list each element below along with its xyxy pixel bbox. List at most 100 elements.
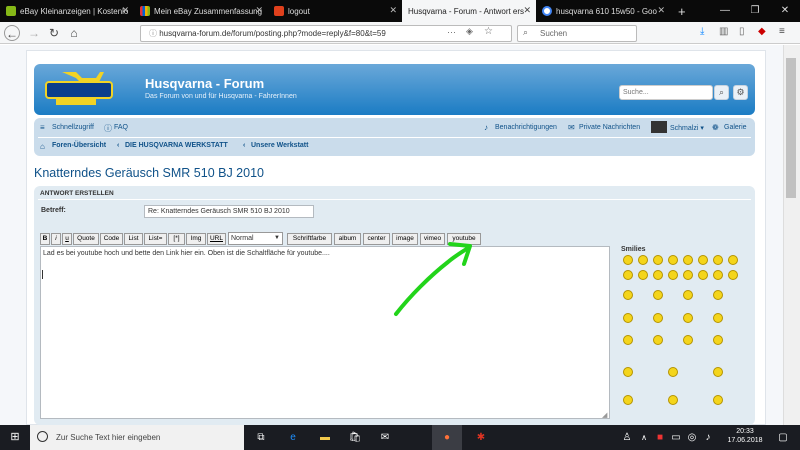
browser-tab[interactable]: Mein eBay Zusammenfassung ✕ [134, 0, 268, 22]
minimize-icon[interactable]: — [710, 0, 740, 22]
private-messages-link[interactable]: Private Nachrichten [579, 124, 640, 131]
smiley-icon[interactable] [683, 270, 693, 280]
scrollbar-thumb[interactable] [786, 58, 796, 198]
img-button[interactable]: Img [186, 233, 206, 245]
close-icon[interactable]: ✕ [523, 5, 531, 16]
smiley-icon[interactable] [728, 255, 738, 265]
list-item-button[interactable]: [*] [168, 233, 185, 245]
smiley-icon[interactable] [728, 270, 738, 280]
task-view-icon[interactable]: ⧉ [246, 425, 276, 450]
browser-tab[interactable]: eBay Kleinanzeigen | Kostenlo ✕ [0, 0, 134, 22]
menu-icon[interactable]: ≡ [779, 26, 785, 37]
close-icon[interactable]: ✕ [121, 5, 129, 16]
close-icon[interactable]: ✕ [255, 5, 263, 16]
hamburger-icon[interactable]: ≡ [40, 123, 45, 132]
album-button[interactable]: album [334, 233, 361, 245]
url-button[interactable]: URL [207, 233, 226, 245]
smiley-icon[interactable] [623, 395, 633, 405]
person-icon[interactable]: ♙ [618, 425, 636, 450]
forward-arrow-icon[interactable]: → [26, 25, 42, 41]
bookmark-star-icon[interactable]: ☆ [484, 26, 493, 37]
windows-start-icon[interactable]: ⊞ [0, 425, 30, 450]
resize-handle[interactable]: ◢ [602, 411, 607, 419]
gear-icon[interactable]: ⚙ [733, 85, 748, 100]
browser-tab[interactable]: logout ✕ [268, 0, 402, 22]
smiley-icon[interactable] [713, 313, 723, 323]
smiley-icon[interactable] [713, 290, 723, 300]
battery-icon[interactable]: ▭ [668, 425, 684, 450]
extension-icon[interactable]: ◆ [758, 26, 766, 37]
quicklinks-link[interactable]: Schnellzugriff [52, 124, 94, 131]
smiley-icon[interactable] [653, 335, 663, 345]
smiley-icon[interactable] [683, 335, 693, 345]
smiley-icon[interactable] [623, 313, 633, 323]
smiley-icon[interactable] [698, 255, 708, 265]
smiley-icon[interactable] [713, 255, 723, 265]
new-tab-button[interactable]: + [672, 0, 690, 22]
subject-input[interactable]: Re: Knatterndes Geräusch SMR 510 BJ 2010 [144, 205, 314, 218]
smiley-icon[interactable] [668, 255, 678, 265]
smiley-icon[interactable] [713, 395, 723, 405]
smiley-icon[interactable] [623, 290, 633, 300]
smiley-icon[interactable] [653, 290, 663, 300]
forum-search-input[interactable]: Suche... [619, 85, 713, 100]
smiley-icon[interactable] [623, 335, 633, 345]
user-menu[interactable]: Schmalzi ▾ [670, 124, 704, 132]
smiley-icon[interactable] [623, 255, 633, 265]
url-field[interactable]: ⓘ husqvarna-forum.de/forum/posting.php?m… [140, 25, 512, 42]
more-icon[interactable]: ··· [447, 27, 456, 37]
list-button[interactable]: List [124, 233, 143, 245]
close-icon[interactable]: ✕ [389, 5, 397, 16]
back-arrow-icon[interactable]: ← [4, 25, 20, 41]
browser-tab[interactable]: husqvarna 610 15w50 - Goo ✕ [536, 0, 670, 22]
taskbar-clock[interactable]: 20:33 17.06.2018 [725, 427, 765, 445]
faq-link[interactable]: FAQ [114, 124, 128, 131]
smiley-icon[interactable] [623, 270, 633, 280]
home-icon[interactable]: ⌂ [66, 25, 82, 41]
smiley-icon[interactable] [713, 270, 723, 280]
tray-app-icon[interactable]: ■ [652, 425, 668, 450]
underline-button[interactable]: u [62, 233, 72, 245]
breadcrumb-item[interactable]: Unsere Werkstatt [251, 142, 308, 149]
gallery-link[interactable]: Galerie [724, 124, 747, 131]
network-icon[interactable]: ◎ [684, 425, 700, 450]
breadcrumb-item[interactable]: DIE HUSQVARNA WERKSTATT [125, 142, 228, 149]
search-icon[interactable]: ⌕ [714, 85, 729, 100]
code-button[interactable]: Code [100, 233, 123, 245]
browser-search-input[interactable]: Suchen [517, 25, 637, 42]
smiley-icon[interactable] [683, 313, 693, 323]
chevron-up-icon[interactable]: ∧ [636, 425, 652, 450]
font-color-button[interactable]: Schriftfarbe [287, 233, 332, 245]
download-icon[interactable]: ⤓ [700, 26, 704, 37]
library-icon[interactable]: ▥ [719, 26, 728, 37]
italic-button[interactable]: i [51, 233, 61, 245]
edge-icon[interactable]: e [278, 425, 308, 450]
store-icon[interactable]: 🛍 [340, 425, 370, 450]
volume-icon[interactable]: ♪ [700, 425, 716, 450]
smiley-icon[interactable] [698, 270, 708, 280]
firefox-icon[interactable]: ● [432, 425, 462, 450]
smiley-icon[interactable] [713, 367, 723, 377]
topic-title[interactable]: Knatterndes Geräusch SMR 510 BJ 2010 [34, 166, 264, 180]
pocket-icon[interactable]: ◈ [466, 26, 473, 37]
quote-button[interactable]: Quote [73, 233, 99, 245]
browser-tab-active[interactable]: Husqvarna - Forum - Antwort ers ✕ [402, 0, 536, 22]
sidebar-icon[interactable]: ▯ [739, 26, 745, 37]
smiley-icon[interactable] [668, 367, 678, 377]
mail-icon[interactable]: ✉ [370, 425, 400, 450]
message-textarea[interactable]: Lad es bei youtube hoch und bette den Li… [40, 246, 610, 419]
smiley-icon[interactable] [668, 270, 678, 280]
smiley-icon[interactable] [713, 335, 723, 345]
smiley-icon[interactable] [668, 395, 678, 405]
close-window-icon[interactable]: ✕ [770, 0, 800, 22]
app-icon[interactable]: ✱ [466, 425, 496, 450]
font-size-select[interactable]: Normal ▼ [228, 232, 283, 245]
smiley-icon[interactable] [653, 270, 663, 280]
smiley-icon[interactable] [653, 313, 663, 323]
reload-icon[interactable]: ↻ [46, 25, 62, 41]
bold-button[interactable]: B [40, 233, 50, 245]
site-title[interactable]: Husqvarna - Forum [145, 76, 264, 91]
breadcrumb-item[interactable]: Foren-Übersicht [52, 142, 106, 149]
close-icon[interactable]: ✕ [657, 5, 665, 16]
husqvarna-logo[interactable] [42, 70, 132, 106]
